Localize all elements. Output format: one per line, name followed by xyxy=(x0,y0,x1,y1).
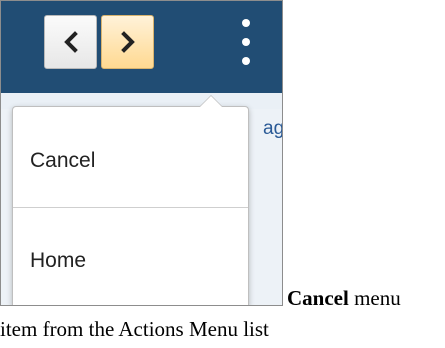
menu-pointer-arrow xyxy=(199,95,223,107)
screenshot-frame: ag Cancel Home xyxy=(0,0,283,306)
actions-menu-button[interactable] xyxy=(241,19,251,65)
menu-divider xyxy=(13,207,248,208)
kebab-dot-icon xyxy=(242,57,250,65)
previous-button[interactable] xyxy=(44,15,97,69)
kebab-dot-icon xyxy=(242,19,250,27)
background-link-fragment[interactable]: ag xyxy=(263,119,282,138)
actions-menu-popup: Cancel Home xyxy=(12,95,249,305)
menu-item-cancel[interactable]: Cancel xyxy=(13,111,248,211)
caption-bold-term: Cancel xyxy=(287,286,349,310)
caption-line-1: Cancel menu xyxy=(287,286,401,310)
caption-line-1-rest: menu xyxy=(348,286,401,310)
kebab-dot-icon xyxy=(242,38,250,46)
menu-item-home[interactable]: Home xyxy=(13,211,248,305)
caption-line-2: item from the Actions Menu list xyxy=(0,317,269,341)
header-bar xyxy=(1,1,282,93)
next-button[interactable] xyxy=(101,15,154,69)
chevron-left-icon xyxy=(63,31,78,53)
chevron-right-icon xyxy=(120,31,135,53)
